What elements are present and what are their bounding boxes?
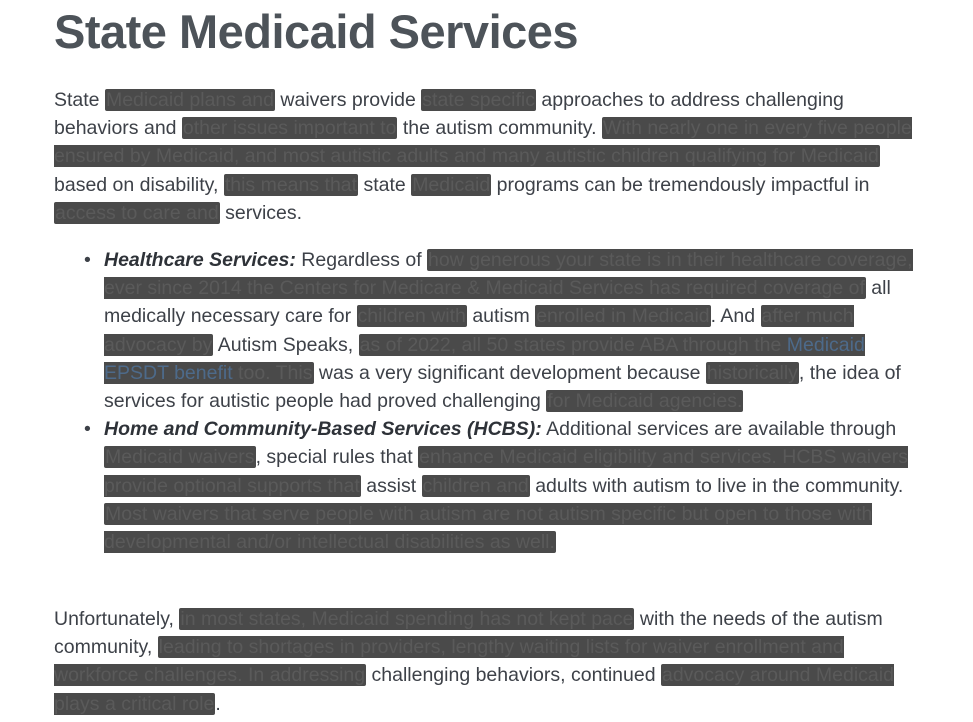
text: as of 2022, all 50 states provide ABA th… [359, 333, 787, 356]
text: assist [360, 474, 422, 497]
text: waivers provide [274, 89, 422, 111]
redacted-text: in most states, Medicaid spending has no… [179, 608, 635, 630]
redacted-text: children and [421, 474, 530, 497]
redacted-text: other issues important to [181, 117, 398, 140]
intro-paragraph: State Medicaid plans and waivers provide… [54, 86, 929, 227]
text: the autism community. [397, 117, 602, 140]
redacted-text: state specific [421, 89, 537, 111]
redacted-text: historically [705, 361, 799, 384]
text: State [54, 89, 105, 111]
text: Unfortunately, [54, 608, 180, 630]
services-list: • Healthcare Services: Regardless of how… [54, 246, 934, 556]
list-item-healthcare: • Healthcare Services: Regardless of how… [54, 246, 934, 415]
closing-paragraph: Unfortunately, in most states, Medicaid … [54, 605, 929, 718]
bullet-icon: • [84, 418, 91, 441]
text: programs can be tremendously impactful i… [491, 173, 870, 196]
text: autism [466, 305, 536, 328]
text: services. [219, 201, 303, 224]
item-lead: Healthcare Services: [104, 249, 296, 271]
item-lead: Home and Community-Based Services (HCBS)… [104, 418, 542, 441]
text: challenging behaviors, continued [366, 664, 661, 687]
text: , special rules that [255, 446, 419, 469]
text: . And [710, 305, 761, 328]
redacted-text: Most waivers that serve people with auti… [104, 502, 873, 554]
list-item-hcbs: • Home and Community-Based Services (HCB… [54, 415, 934, 556]
text: adults with autism to live in the commun… [529, 474, 904, 497]
text: based on disability, [54, 173, 224, 196]
redacted-text: children with [356, 305, 467, 328]
text: Additional services are available throug… [541, 418, 897, 441]
page-title: State Medicaid Services [54, 5, 579, 58]
redacted-text: this means that [223, 173, 359, 196]
redacted-text: Medicaid waivers [104, 446, 256, 469]
text: too. This [232, 361, 313, 384]
text: . [215, 692, 221, 715]
redacted-text: access to care and [54, 201, 220, 224]
text: Autism Speaks, [213, 333, 359, 356]
bullet-icon: • [84, 249, 91, 271]
text: Regardless of [295, 249, 428, 271]
text: state [358, 173, 412, 196]
redacted-text: Medicaid [411, 173, 492, 196]
redacted-text: Medicaid plans and [104, 89, 275, 111]
redacted-text: for Medicaid agencies. [546, 390, 744, 413]
redacted-text: enrolled in Medicaid [535, 305, 711, 328]
text: was a very significant development becau… [313, 361, 706, 384]
